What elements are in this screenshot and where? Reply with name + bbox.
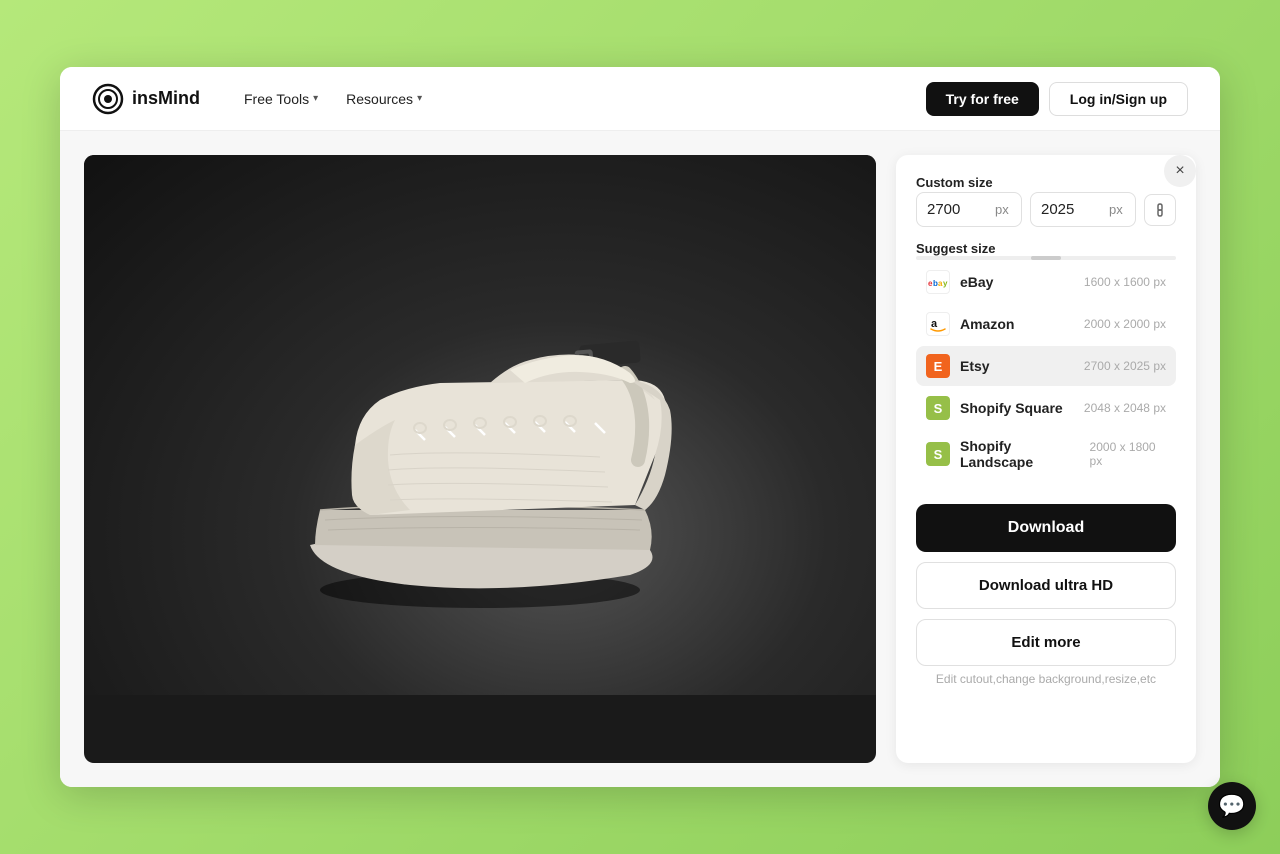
logo-icon bbox=[92, 83, 124, 115]
platform-name-ebay: eBay bbox=[960, 274, 1040, 290]
logo-text: insMind bbox=[132, 88, 200, 109]
download-button[interactable]: Download bbox=[916, 504, 1176, 552]
nav-actions: Try for free Log in/Sign up bbox=[926, 82, 1188, 116]
platform-item-shopify-square[interactable]: S Shopify Square 2048 x 2048 px bbox=[916, 388, 1176, 428]
ebay-icon: e b a y bbox=[926, 270, 950, 294]
logo-area: insMind bbox=[92, 83, 200, 115]
login-button[interactable]: Log in/Sign up bbox=[1049, 82, 1188, 116]
nav-items: Free Tools ▾ Resources ▾ bbox=[232, 85, 926, 113]
action-buttons: Download Download ultra HD Edit more Edi… bbox=[916, 500, 1176, 686]
height-input-group: px bbox=[1030, 192, 1136, 227]
link-ratio-button[interactable] bbox=[1144, 194, 1176, 226]
chevron-down-icon: ▾ bbox=[417, 93, 422, 104]
custom-size-label: Custom size bbox=[916, 175, 1176, 190]
shoe-image-container bbox=[84, 155, 876, 695]
platform-size-shopify-square: 2048 x 2048 px bbox=[1084, 401, 1166, 415]
chevron-down-icon: ▾ bbox=[313, 93, 318, 104]
suggest-list: e b a y eBay 1600 x 1600 px bbox=[916, 262, 1176, 478]
panel-card: × Custom size px px bbox=[896, 155, 1196, 763]
scroll-hint bbox=[916, 256, 1176, 260]
platform-item-etsy[interactable]: E Etsy 2700 x 2025 px bbox=[916, 346, 1176, 386]
height-input[interactable] bbox=[1031, 193, 1101, 226]
amazon-icon: a bbox=[926, 312, 950, 336]
custom-size-section: Custom size px px bbox=[916, 175, 1176, 227]
shoe-svg bbox=[250, 235, 710, 615]
platform-item-amazon[interactable]: a Amazon 2000 x 2000 px bbox=[916, 304, 1176, 344]
platform-name-etsy: Etsy bbox=[960, 358, 1040, 374]
platform-size-etsy: 2700 x 2025 px bbox=[1084, 359, 1166, 373]
browser-window: insMind Free Tools ▾ Resources ▾ Try for… bbox=[60, 67, 1220, 787]
width-input[interactable] bbox=[917, 193, 987, 226]
platform-name-amazon: Amazon bbox=[960, 316, 1040, 332]
main-content: × Custom size px px bbox=[60, 131, 1220, 787]
platform-item-shopify-landscape[interactable]: S Shopify Landscape 2000 x 1800 px bbox=[916, 430, 1176, 478]
svg-text:y: y bbox=[943, 279, 948, 288]
height-unit: px bbox=[1101, 194, 1131, 225]
width-input-group: px bbox=[916, 192, 1022, 227]
download-hd-button[interactable]: Download ultra HD bbox=[916, 562, 1176, 609]
svg-text:a: a bbox=[931, 318, 938, 330]
nav-free-tools[interactable]: Free Tools ▾ bbox=[232, 85, 330, 113]
platform-size-shopify-landscape: 2000 x 1800 px bbox=[1090, 440, 1166, 468]
edit-hint-text: Edit cutout,change background,resize,etc bbox=[916, 672, 1176, 686]
chat-bubble[interactable]: 💬 bbox=[1208, 782, 1256, 830]
nav-resources[interactable]: Resources ▾ bbox=[334, 85, 434, 113]
suggest-size-label: Suggest size bbox=[916, 241, 1176, 256]
platform-size-ebay: 1600 x 1600 px bbox=[1084, 275, 1166, 289]
edit-more-button[interactable]: Edit more bbox=[916, 619, 1176, 666]
platform-name-shopify-landscape: Shopify Landscape bbox=[960, 438, 1080, 470]
right-panel: × Custom size px px bbox=[896, 155, 1196, 763]
platform-size-amazon: 2000 x 2000 px bbox=[1084, 317, 1166, 331]
close-button[interactable]: × bbox=[1164, 155, 1196, 187]
platform-name-shopify-square: Shopify Square bbox=[960, 400, 1063, 416]
try-free-button[interactable]: Try for free bbox=[926, 82, 1039, 116]
size-inputs: px px bbox=[916, 192, 1176, 227]
etsy-icon: E bbox=[926, 354, 950, 378]
navbar: insMind Free Tools ▾ Resources ▾ Try for… bbox=[60, 67, 1220, 131]
suggest-size-section: Suggest size e b a y bbox=[916, 241, 1176, 478]
shopify-landscape-icon: S bbox=[926, 442, 950, 466]
platform-item-ebay[interactable]: e b a y eBay 1600 x 1600 px bbox=[916, 262, 1176, 302]
image-panel bbox=[84, 155, 876, 763]
shopify-square-icon: S bbox=[926, 396, 950, 420]
width-unit: px bbox=[987, 194, 1017, 225]
chat-icon: 💬 bbox=[1218, 793, 1245, 819]
